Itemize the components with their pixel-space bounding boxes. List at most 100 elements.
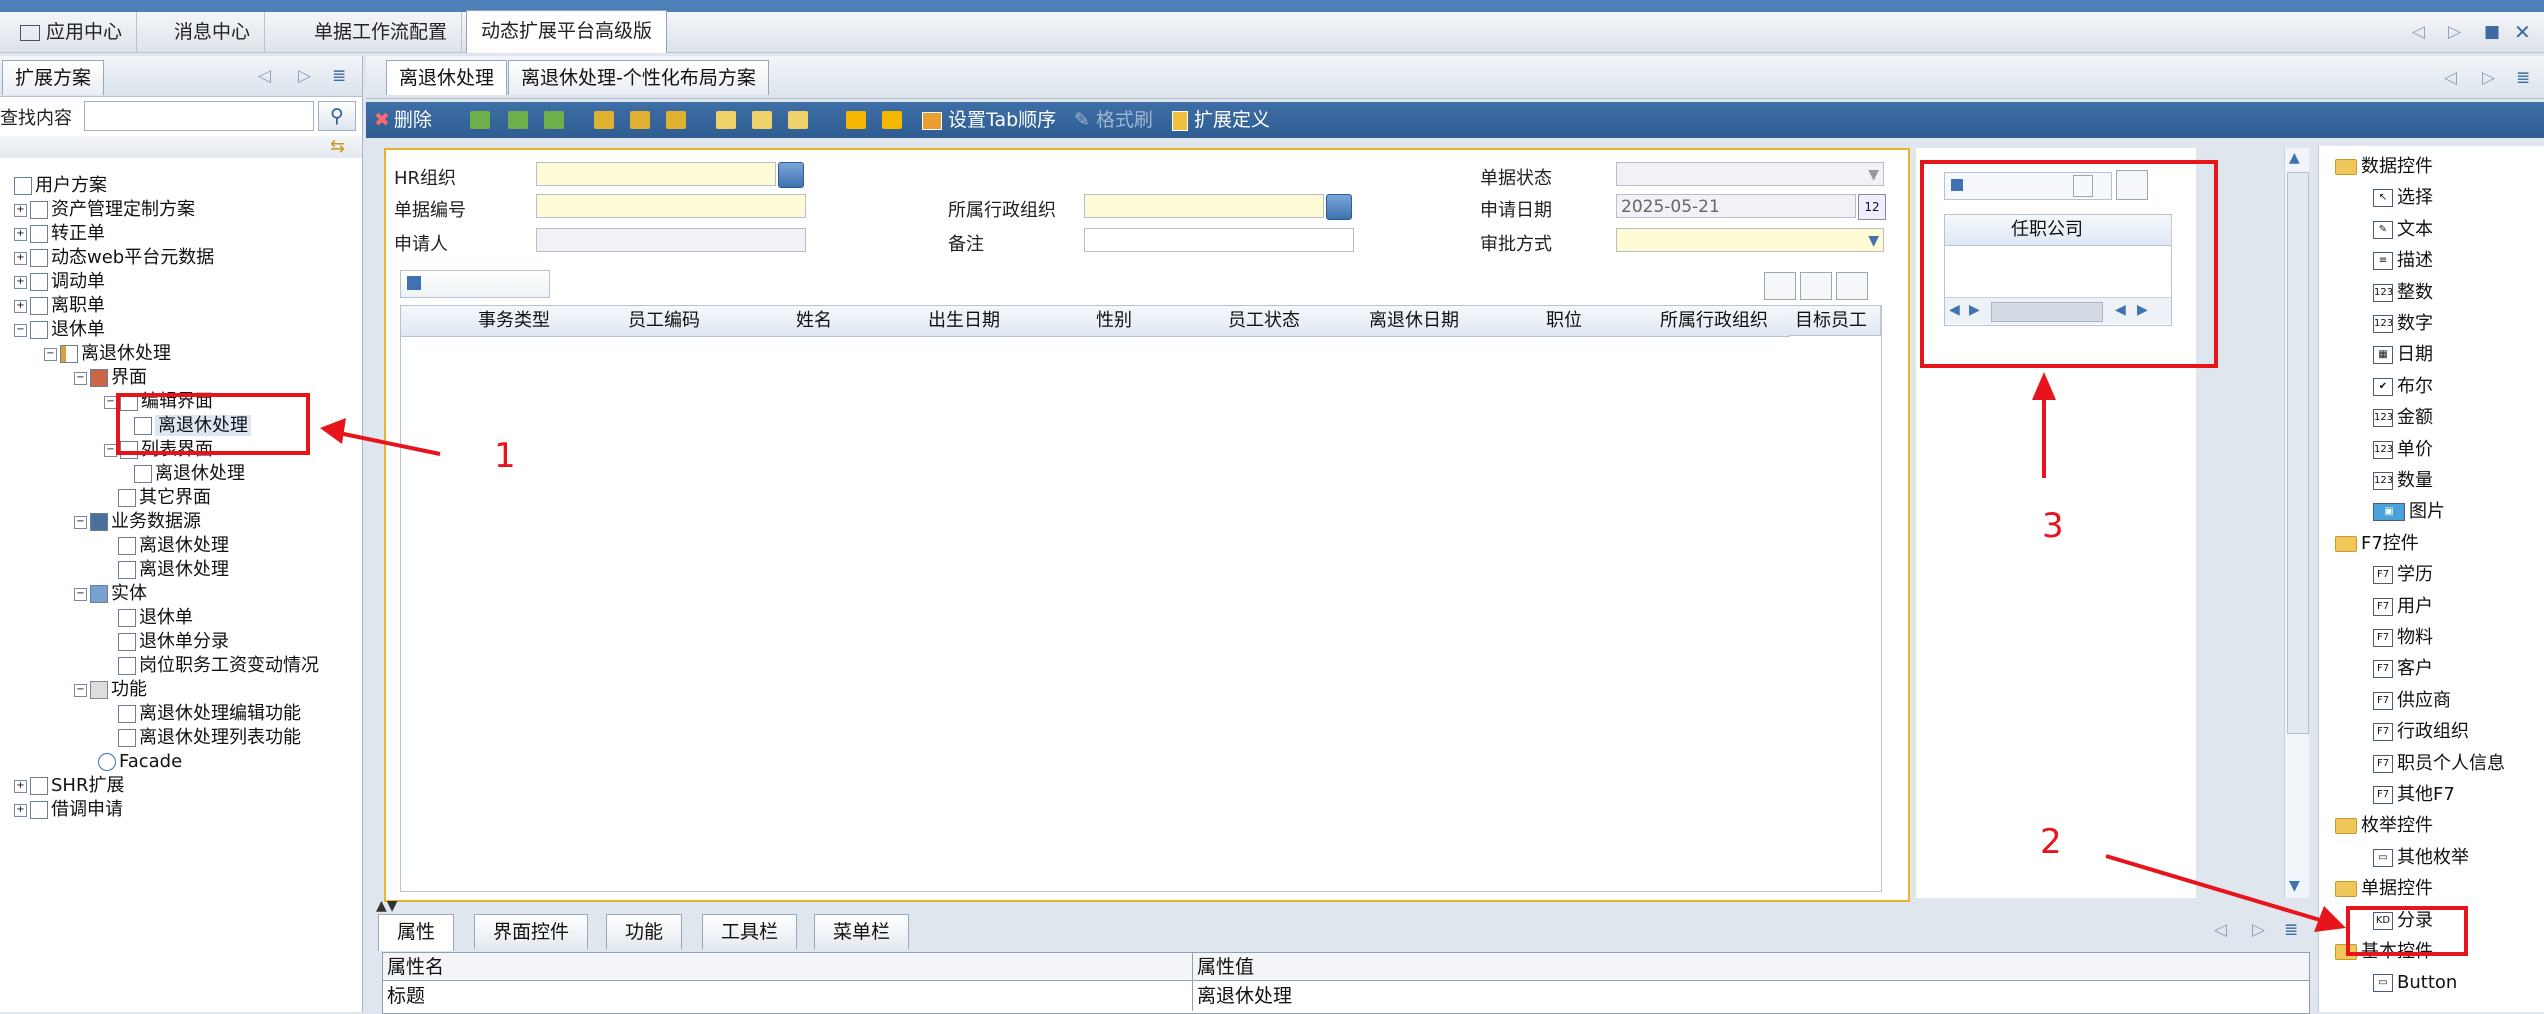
tree-item[interactable]: 离退休处理编辑功能 (118, 702, 301, 726)
tab-extension-scheme[interactable]: 扩展方案 (2, 60, 105, 95)
tree-item[interactable]: − 界面 (74, 366, 147, 390)
tree-item[interactable]: + 转正单 (14, 222, 105, 246)
entry-grid[interactable]: 事务类型 员工编码 姓名 出生日期 性别 员工状态 离退休日期 职位 所属行政组… (400, 305, 1882, 892)
palette-control[interactable]: F7 用户 (2373, 592, 2433, 622)
next-tab-icon[interactable]: ▷ (2448, 22, 2461, 42)
palette-control[interactable]: ▭ 其他枚举 (2373, 843, 2469, 873)
applicant-field[interactable] (536, 228, 806, 252)
grid-column-header[interactable]: 离退休日期 (1339, 306, 1490, 337)
align-right-icon[interactable] (544, 111, 564, 129)
grid-column-header[interactable]: 所属行政组织 (1639, 306, 1790, 337)
tab-order-button[interactable]: 设置Tab顺序 (922, 102, 1056, 138)
prop-value-cell[interactable]: 离退休处理 (1193, 981, 2309, 1011)
align-left-icon[interactable] (470, 111, 490, 129)
next-icon[interactable]: ▷ (298, 66, 311, 86)
tab-message-center[interactable]: 消息中心 (160, 12, 266, 52)
palette-control[interactable]: F7 行政组织 (2373, 717, 2469, 747)
vertical-scrollbar[interactable]: ▲ ▼ (2284, 148, 2309, 898)
collapse-icon[interactable]: − (14, 323, 27, 337)
prev-icon[interactable]: ◁ (2444, 68, 2457, 88)
palette-control[interactable]: F7 职员个人信息 (2373, 749, 2505, 779)
palette-control[interactable]: F7 学历 (2373, 560, 2433, 590)
tree-item[interactable]: − 业务数据源 (74, 510, 201, 534)
close-icon[interactable]: ✕ (2514, 20, 2531, 44)
bill-no-field[interactable] (536, 194, 806, 218)
palette-control[interactable]: ✔ 布尔 (2373, 372, 2433, 402)
expand-icon[interactable]: + (14, 203, 27, 217)
palette-control[interactable]: F7 其他F7 (2373, 780, 2455, 810)
palette-control[interactable]: ✎ 文本 (2373, 215, 2433, 245)
expand-icon[interactable]: + (14, 227, 27, 241)
same-height-icon[interactable] (752, 111, 772, 129)
grid-column-header[interactable]: 性别 (1039, 306, 1190, 337)
palette-control[interactable]: 123 数量 (2373, 466, 2433, 496)
tab-list-icon[interactable]: ■ (2484, 22, 2500, 42)
align-middle-icon[interactable] (630, 111, 650, 129)
palette-control[interactable]: 123 单价 (2373, 435, 2433, 465)
tree-item[interactable]: − 退休单 (14, 318, 105, 342)
tree-item[interactable]: + 调动单 (14, 270, 105, 294)
scroll-up-icon[interactable]: ▲ (2289, 150, 2300, 166)
menu-icon[interactable]: ≣ (2516, 68, 2530, 88)
tab-retire-process[interactable]: 离退休处理 (386, 60, 508, 95)
tree-item[interactable]: 退休单分录 (118, 630, 229, 654)
redo-icon[interactable] (882, 111, 902, 129)
tab-dynamic-platform[interactable]: 动态扩展平台高级版 (466, 10, 668, 53)
expand-icon[interactable]: + (14, 299, 27, 313)
approval-select[interactable]: ▼ (1616, 228, 1884, 252)
grid-column-header[interactable]: 职位 (1489, 306, 1640, 337)
palette-control[interactable]: F7 供应商 (2373, 686, 2451, 716)
collapse-icon[interactable]: − (74, 371, 87, 385)
next-icon[interactable]: ▷ (2482, 68, 2495, 88)
grid-column-header[interactable]: 事务类型 (439, 306, 590, 337)
insert-row-icon[interactable] (1800, 272, 1832, 300)
entry-menu-icon[interactable] (407, 276, 421, 290)
palette-control[interactable]: F7 物料 (2373, 623, 2433, 653)
apply-date-field[interactable]: 2025-05-21 (1616, 194, 1856, 218)
tree-item[interactable]: 退休单 (118, 606, 193, 630)
format-brush-button[interactable]: ✎ 格式刷 (1074, 102, 1153, 138)
grid-column-header[interactable]: 员工编码 (589, 306, 740, 337)
tree-item[interactable]: 用户方案 (14, 174, 107, 198)
tree-item[interactable]: − 离退休处理 (44, 342, 171, 366)
admin-org-field[interactable] (1084, 194, 1324, 218)
tree-item[interactable]: 离退休处理 (118, 558, 229, 582)
palette-category[interactable]: 数据控件 (2335, 152, 2433, 182)
collapse-icon[interactable]: − (44, 347, 57, 361)
tree-item[interactable]: + SHR扩展 (14, 774, 124, 798)
tab-properties[interactable]: 属性 (378, 914, 455, 951)
add-row-icon[interactable] (1764, 272, 1796, 300)
same-width-icon[interactable] (716, 111, 736, 129)
ext-def-button[interactable]: 扩展定义 (1172, 102, 1270, 138)
expand-icon[interactable]: + (14, 779, 27, 793)
palette-control[interactable]: F7 客户 (2373, 654, 2433, 684)
property-table[interactable]: 属性名 属性值 标题 离退休处理 (382, 952, 2310, 1014)
calendar-icon[interactable]: 12 (1858, 194, 1886, 220)
tree-item[interactable]: 离退休处理列表功能 (118, 726, 301, 750)
tab-toolbar[interactable]: 工具栏 (702, 914, 798, 949)
tree-item[interactable]: + 资产管理定制方案 (14, 198, 195, 222)
tab-menubar[interactable]: 菜单栏 (814, 914, 910, 949)
scroll-thumb[interactable] (2287, 172, 2309, 734)
tree-item[interactable]: 其它界面 (118, 486, 211, 510)
tree-item[interactable]: 离退休处理 (134, 462, 245, 486)
tree-item[interactable]: + 动态web平台元数据 (14, 246, 214, 270)
grid-column-header[interactable]: 员工状态 (1189, 306, 1340, 337)
search-icon[interactable]: ⚲ (318, 101, 356, 131)
tree-item[interactable]: + 离职单 (14, 294, 105, 318)
expand-icon[interactable]: + (14, 275, 27, 289)
palette-control[interactable]: ≡ 描述 (2373, 246, 2433, 276)
prev-tab-icon[interactable]: ◁ (2412, 22, 2425, 42)
tab-ui-controls[interactable]: 界面控件 (474, 914, 589, 949)
tab-app-center[interactable]: 应用中心 (6, 12, 138, 52)
remark-field[interactable] (1084, 228, 1354, 252)
same-size-icon[interactable] (788, 111, 808, 129)
tree-item[interactable]: 岗位职务工资变动情况 (118, 654, 319, 678)
tree-item[interactable]: 离退休处理 (118, 534, 229, 558)
menu-icon[interactable]: ≣ (332, 66, 346, 86)
palette-control[interactable]: ↖ 选择 (2373, 183, 2433, 213)
palette-control[interactable]: 123 整数 (2373, 278, 2433, 308)
grid-column-header[interactable]: 目标员工 (1789, 306, 1881, 336)
palette-control[interactable]: ▣ 图片 (2373, 497, 2445, 527)
palette-category[interactable]: F7控件 (2335, 529, 2419, 559)
